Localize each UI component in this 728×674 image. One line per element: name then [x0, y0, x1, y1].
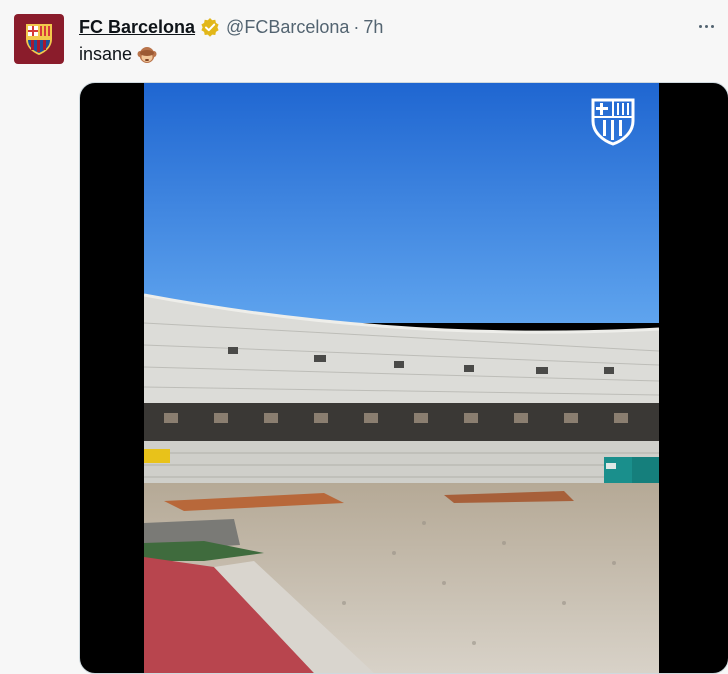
timestamp[interactable]: 7h [363, 17, 383, 38]
tweet[interactable]: FC Barcelona @FCBarcelona · 7h insane [0, 0, 728, 674]
tweet-text-content: insane [79, 44, 133, 64]
verified-badge-icon[interactable] [200, 17, 220, 37]
tweet-header: FC Barcelona @FCBarcelona · 7h [79, 15, 383, 39]
video-frame[interactable] [144, 83, 659, 673]
tweet-text: insane [79, 44, 157, 65]
fc-barcelona-watermark-icon [589, 97, 637, 147]
see-no-evil-monkey-emoji-icon [137, 45, 157, 65]
more-options-icon[interactable] [694, 16, 718, 36]
fc-barcelona-crest-icon [26, 24, 52, 55]
dot-separator: · [353, 16, 360, 37]
avatar[interactable] [14, 14, 64, 64]
media-video[interactable] [79, 82, 728, 674]
author-handle[interactable]: @FCBarcelona [226, 17, 349, 38]
stadium-video-still [144, 83, 659, 673]
author-name[interactable]: FC Barcelona [79, 17, 195, 38]
